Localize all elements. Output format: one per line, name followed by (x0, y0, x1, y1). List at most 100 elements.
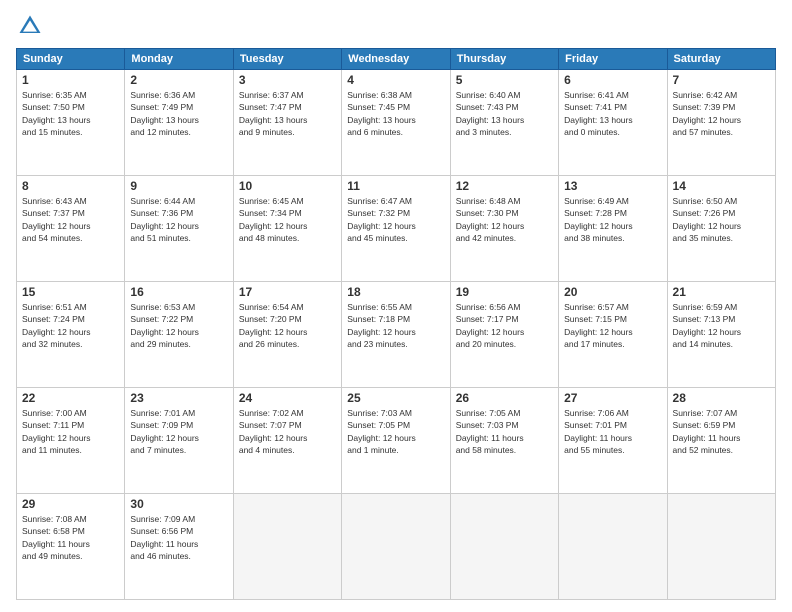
day-info: Sunrise: 6:59 AM Sunset: 7:13 PM Dayligh… (673, 301, 770, 350)
day-number: 9 (130, 179, 227, 193)
day-number: 4 (347, 73, 444, 87)
day-info: Sunrise: 6:45 AM Sunset: 7:34 PM Dayligh… (239, 195, 336, 244)
logo-icon (16, 12, 44, 40)
calendar-cell: 13Sunrise: 6:49 AM Sunset: 7:28 PM Dayli… (559, 176, 667, 282)
weekday-header: Wednesday (342, 49, 450, 70)
day-number: 20 (564, 285, 661, 299)
day-info: Sunrise: 6:44 AM Sunset: 7:36 PM Dayligh… (130, 195, 227, 244)
day-number: 7 (673, 73, 770, 87)
calendar-cell: 26 Sunrise: 7:05 AM Sunset: 7:03 PM Dayli… (450, 388, 558, 494)
day-info: Sunrise: 7:00 AM Sunset: 7:11 PM Dayligh… (22, 407, 119, 456)
day-number: 11 (347, 179, 444, 193)
calendar-cell: 7 Sunrise: 6:42 AM Sunset: 7:39 PM Daylig… (667, 70, 775, 176)
calendar-cell: 3 Sunrise: 6:37 AM Sunset: 7:47 PM Daylig… (233, 70, 341, 176)
calendar-cell: 28Sunrise: 7:07 AM Sunset: 6:59 PM Dayli… (667, 388, 775, 494)
calendar-cell (342, 494, 450, 600)
day-info: Sunrise: 6:43 AM Sunset: 7:37 PM Dayligh… (22, 195, 119, 244)
day-info: Sunrise: 6:55 AM Sunset: 7:18 PM Dayligh… (347, 301, 444, 350)
calendar-cell: 18Sunrise: 6:55 AM Sunset: 7:18 PM Dayli… (342, 282, 450, 388)
calendar-table: SundayMondayTuesdayWednesdayThursdayFrid… (16, 48, 776, 600)
day-number: 15 (22, 285, 119, 299)
weekday-row: SundayMondayTuesdayWednesdayThursdayFrid… (17, 49, 776, 70)
calendar-week-row: 22 Sunrise: 7:00 AM Sunset: 7:11 PM Dayli… (17, 388, 776, 494)
calendar-cell: 25Sunrise: 7:03 AM Sunset: 7:05 PM Dayli… (342, 388, 450, 494)
day-info: Sunrise: 6:53 AM Sunset: 7:22 PM Dayligh… (130, 301, 227, 350)
day-info: Sunrise: 6:41 AM Sunset: 7:41 PM Dayligh… (564, 89, 661, 138)
calendar-week-row: 8 Sunrise: 6:43 AM Sunset: 7:37 PM Daylig… (17, 176, 776, 282)
day-number: 21 (673, 285, 770, 299)
day-number: 3 (239, 73, 336, 87)
day-number: 24 (239, 391, 336, 405)
day-number: 5 (456, 73, 553, 87)
calendar-cell: 12 Sunrise: 6:48 AM Sunset: 7:30 PM Dayli… (450, 176, 558, 282)
calendar-cell: 23Sunrise: 7:01 AM Sunset: 7:09 PM Dayli… (125, 388, 233, 494)
day-info: Sunrise: 7:09 AM Sunset: 6:56 PM Dayligh… (130, 513, 227, 562)
day-number: 6 (564, 73, 661, 87)
calendar-cell: 29 Sunrise: 7:08 AM Sunset: 6:58 PM Dayli… (17, 494, 125, 600)
calendar-cell: 20 Sunrise: 6:57 AM Sunset: 7:15 PM Dayli… (559, 282, 667, 388)
day-info: Sunrise: 6:35 AM Sunset: 7:50 PM Dayligh… (22, 89, 119, 138)
calendar-cell (559, 494, 667, 600)
day-info: Sunrise: 6:47 AM Sunset: 7:32 PM Dayligh… (347, 195, 444, 244)
day-info: Sunrise: 6:38 AM Sunset: 7:45 PM Dayligh… (347, 89, 444, 138)
calendar-cell: 10 Sunrise: 6:45 AM Sunset: 7:34 PM Dayli… (233, 176, 341, 282)
calendar-cell: 5 Sunrise: 6:40 AM Sunset: 7:43 PM Daylig… (450, 70, 558, 176)
day-info: Sunrise: 6:36 AM Sunset: 7:49 PM Dayligh… (130, 89, 227, 138)
day-number: 16 (130, 285, 227, 299)
calendar-body: 1 Sunrise: 6:35 AM Sunset: 7:50 PM Daylig… (17, 70, 776, 600)
calendar-cell (233, 494, 341, 600)
day-number: 25 (347, 391, 444, 405)
calendar-cell: 8 Sunrise: 6:43 AM Sunset: 7:37 PM Daylig… (17, 176, 125, 282)
weekday-header: Friday (559, 49, 667, 70)
day-info: Sunrise: 6:54 AM Sunset: 7:20 PM Dayligh… (239, 301, 336, 350)
calendar-cell: 9 Sunrise: 6:44 AM Sunset: 7:36 PM Daylig… (125, 176, 233, 282)
day-number: 17 (239, 285, 336, 299)
calendar-week-row: 15Sunrise: 6:51 AM Sunset: 7:24 PM Dayli… (17, 282, 776, 388)
day-number: 29 (22, 497, 119, 511)
calendar-week-row: 29 Sunrise: 7:08 AM Sunset: 6:58 PM Dayli… (17, 494, 776, 600)
day-info: Sunrise: 6:50 AM Sunset: 7:26 PM Dayligh… (673, 195, 770, 244)
calendar-cell: 15Sunrise: 6:51 AM Sunset: 7:24 PM Dayli… (17, 282, 125, 388)
weekday-header: Tuesday (233, 49, 341, 70)
weekday-header: Sunday (17, 49, 125, 70)
day-number: 1 (22, 73, 119, 87)
weekday-header: Saturday (667, 49, 775, 70)
calendar-cell: 17 Sunrise: 6:54 AM Sunset: 7:20 PM Dayli… (233, 282, 341, 388)
logo (16, 12, 48, 40)
calendar-cell: 30 Sunrise: 7:09 AM Sunset: 6:56 PM Dayli… (125, 494, 233, 600)
day-number: 8 (22, 179, 119, 193)
day-info: Sunrise: 7:02 AM Sunset: 7:07 PM Dayligh… (239, 407, 336, 456)
calendar-cell: 1 Sunrise: 6:35 AM Sunset: 7:50 PM Daylig… (17, 70, 125, 176)
calendar-week-row: 1 Sunrise: 6:35 AM Sunset: 7:50 PM Daylig… (17, 70, 776, 176)
day-number: 26 (456, 391, 553, 405)
day-info: Sunrise: 6:42 AM Sunset: 7:39 PM Dayligh… (673, 89, 770, 138)
day-number: 30 (130, 497, 227, 511)
header (16, 12, 776, 40)
page: SundayMondayTuesdayWednesdayThursdayFrid… (0, 0, 792, 612)
day-number: 10 (239, 179, 336, 193)
calendar-cell: 16 Sunrise: 6:53 AM Sunset: 7:22 PM Dayli… (125, 282, 233, 388)
day-number: 23 (130, 391, 227, 405)
day-number: 13 (564, 179, 661, 193)
day-info: Sunrise: 6:48 AM Sunset: 7:30 PM Dayligh… (456, 195, 553, 244)
day-number: 27 (564, 391, 661, 405)
day-number: 14 (673, 179, 770, 193)
day-number: 19 (456, 285, 553, 299)
day-number: 12 (456, 179, 553, 193)
day-info: Sunrise: 7:05 AM Sunset: 7:03 PM Dayligh… (456, 407, 553, 456)
calendar-cell: 14 Sunrise: 6:50 AM Sunset: 7:26 PM Dayli… (667, 176, 775, 282)
day-info: Sunrise: 6:40 AM Sunset: 7:43 PM Dayligh… (456, 89, 553, 138)
calendar-cell: 4 Sunrise: 6:38 AM Sunset: 7:45 PM Daylig… (342, 70, 450, 176)
day-info: Sunrise: 6:37 AM Sunset: 7:47 PM Dayligh… (239, 89, 336, 138)
calendar-cell: 27Sunrise: 7:06 AM Sunset: 7:01 PM Dayli… (559, 388, 667, 494)
day-info: Sunrise: 7:08 AM Sunset: 6:58 PM Dayligh… (22, 513, 119, 562)
day-number: 2 (130, 73, 227, 87)
calendar-cell (667, 494, 775, 600)
calendar-cell: 21 Sunrise: 6:59 AM Sunset: 7:13 PM Dayli… (667, 282, 775, 388)
day-number: 28 (673, 391, 770, 405)
calendar-cell (450, 494, 558, 600)
calendar-cell: 24 Sunrise: 7:02 AM Sunset: 7:07 PM Dayli… (233, 388, 341, 494)
day-info: Sunrise: 6:57 AM Sunset: 7:15 PM Dayligh… (564, 301, 661, 350)
weekday-header: Thursday (450, 49, 558, 70)
day-number: 22 (22, 391, 119, 405)
